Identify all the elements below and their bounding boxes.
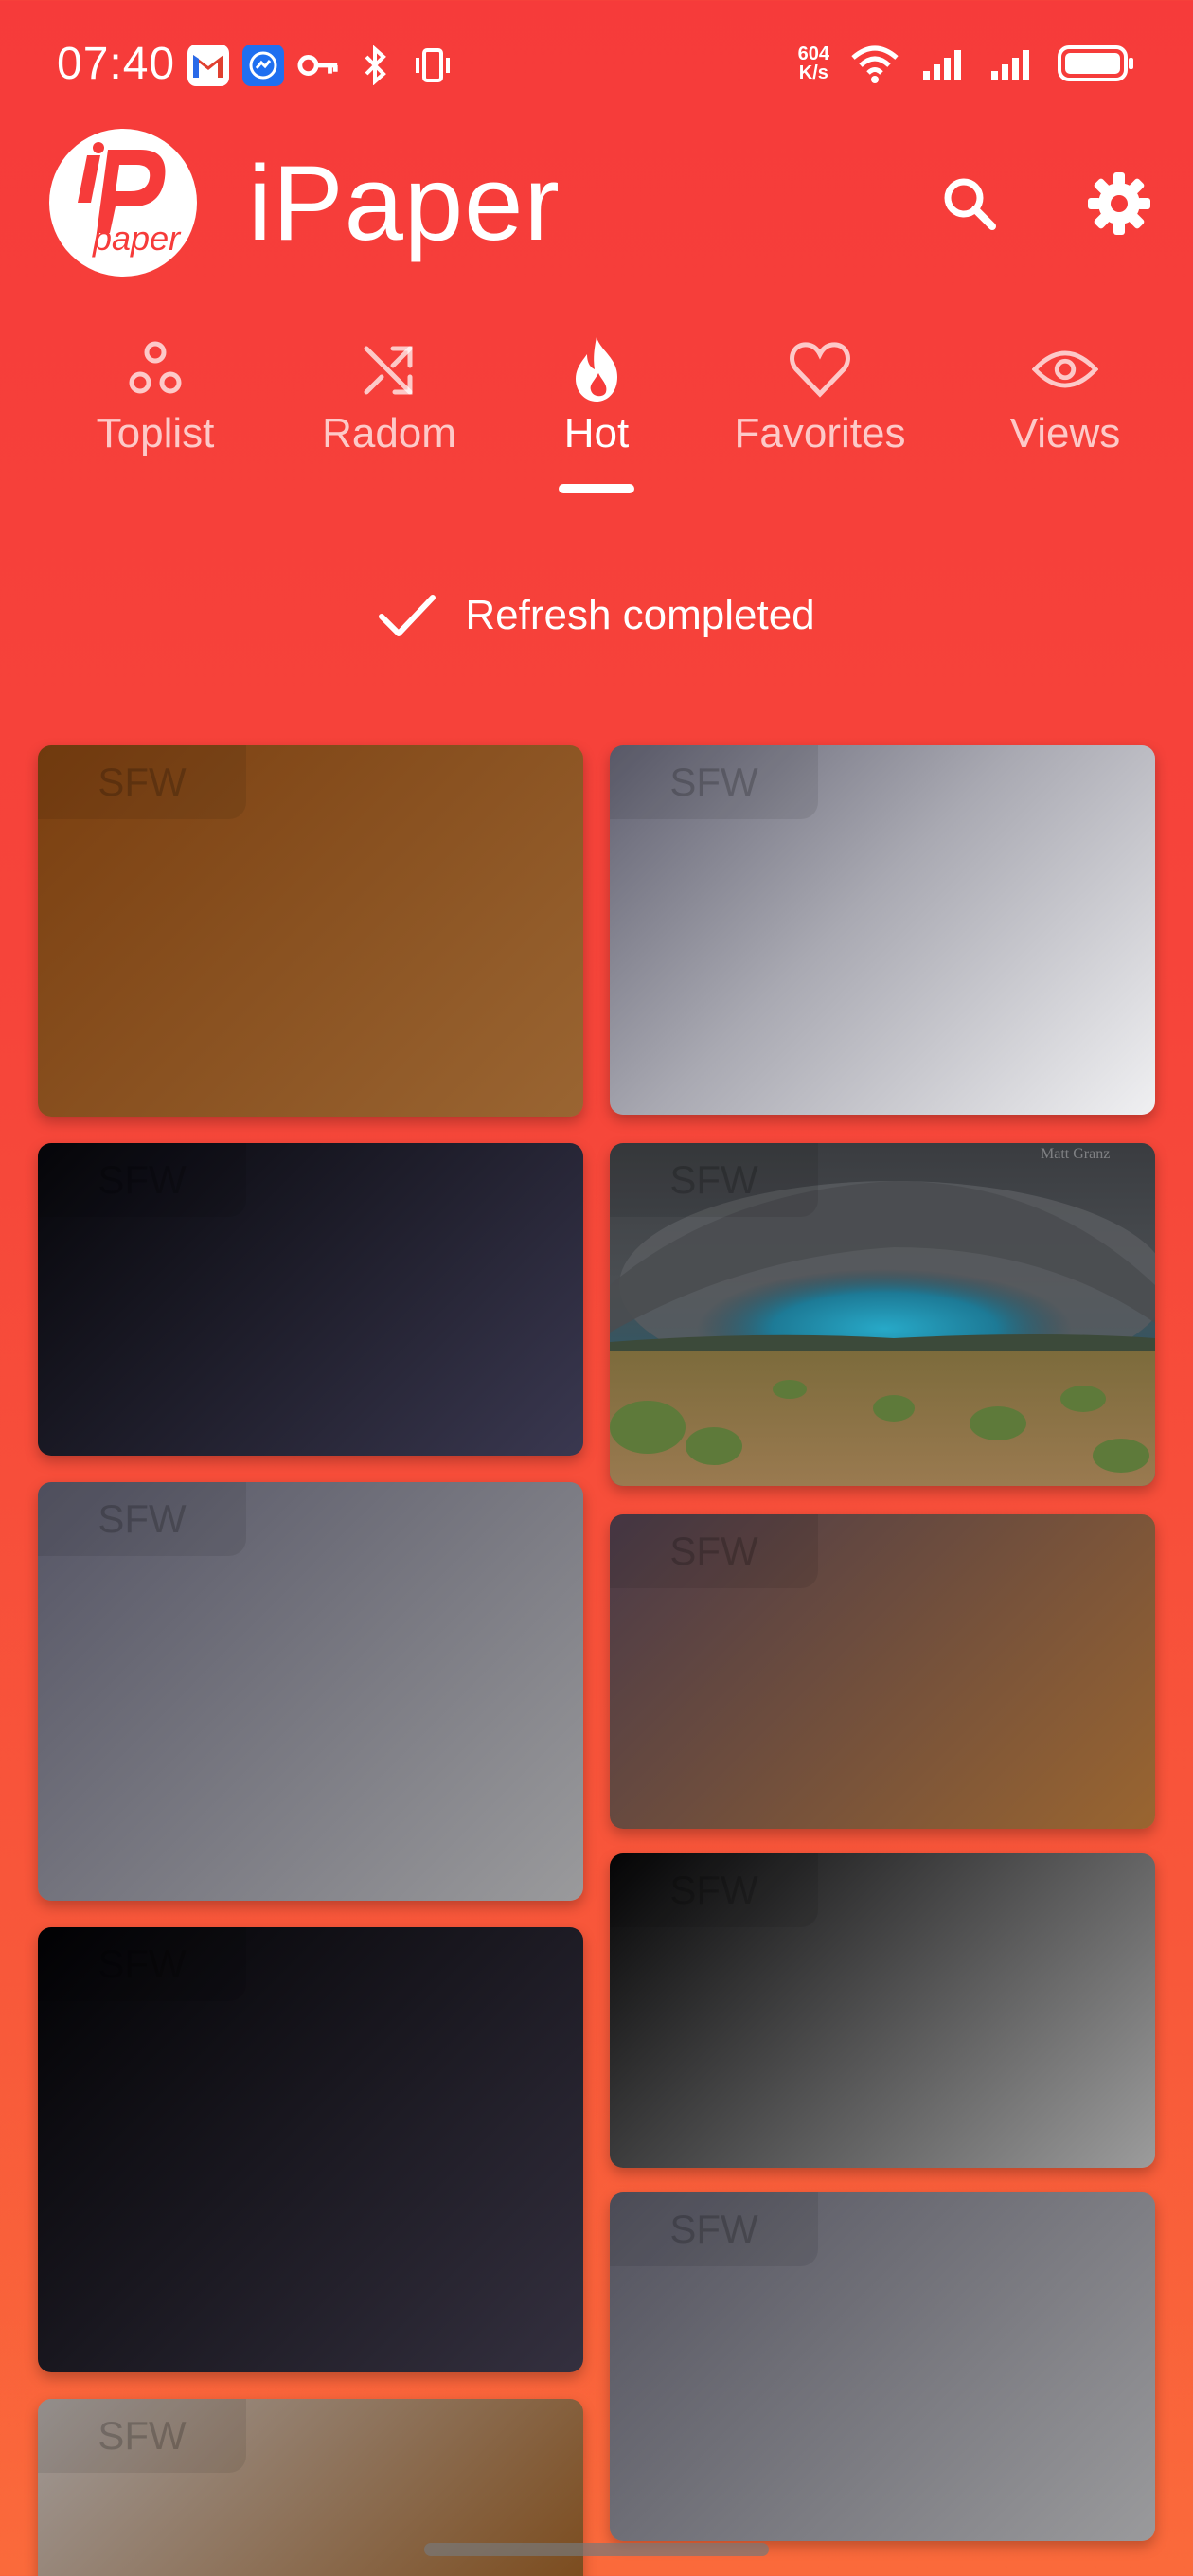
wallpaper-card-storm[interactable]: Matt Granz SFW (610, 1143, 1155, 1486)
sfw-badge: SFW (610, 2192, 818, 2266)
wallpaper-card[interactable]: SFW (610, 1514, 1155, 1829)
sfw-badge: SFW (610, 1143, 818, 1217)
sfw-badge: SFW (38, 1143, 246, 1217)
home-indicator[interactable] (424, 2543, 769, 2556)
wallpaper-card[interactable]: SFW (610, 1853, 1155, 2168)
wallpaper-card[interactable]: SFW (38, 1927, 583, 2372)
wallpaper-card[interactable]: SFW (610, 2192, 1155, 2541)
sfw-badge: SFW (38, 1482, 246, 1556)
sfw-badge: SFW (610, 1514, 818, 1588)
svg-text:Matt Granz: Matt Granz (1041, 1146, 1110, 1162)
wallpaper-card[interactable]: SFW (38, 1143, 583, 1456)
sfw-badge: SFW (38, 745, 246, 819)
sfw-badge: SFW (38, 2399, 246, 2473)
sfw-badge: SFW (610, 745, 818, 819)
wallpaper-card[interactable]: SFW (38, 1482, 583, 1901)
wallpaper-card[interactable]: SFW (610, 745, 1155, 1115)
sfw-badge: SFW (38, 1927, 246, 2001)
wallpaper-grid: SFW SFW SFW Matt Granz SFW SFW SFW SFW S… (0, 0, 1193, 2576)
wallpaper-card[interactable]: SFW (38, 745, 583, 1117)
sfw-badge: SFW (610, 1853, 818, 1927)
